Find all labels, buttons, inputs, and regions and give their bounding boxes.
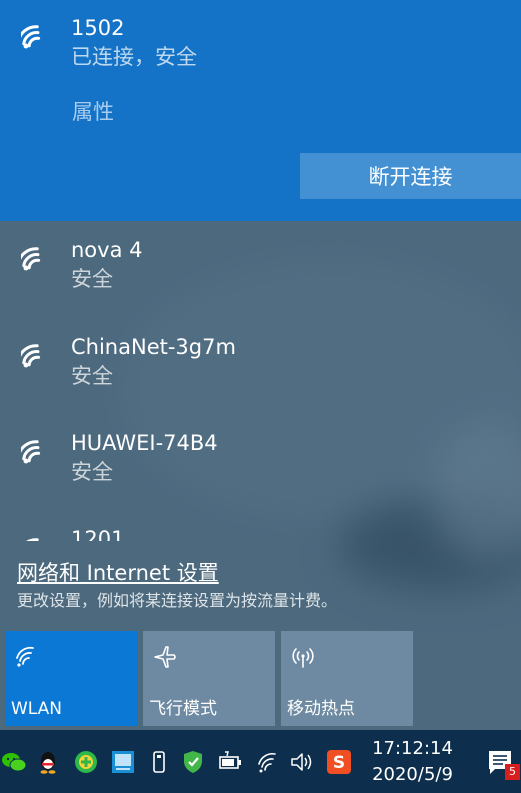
360-icon[interactable] — [73, 749, 99, 775]
wifi-signal-icon — [21, 344, 41, 368]
hotspot-icon — [292, 648, 314, 668]
network-icon[interactable] — [256, 749, 282, 775]
qq-icon[interactable] — [35, 749, 61, 775]
network-name: 1201 — [71, 527, 125, 541]
svg-text:S: S — [333, 753, 345, 773]
clock-date: 2020/5/9 — [372, 764, 453, 785]
connected-network-name: 1502 — [71, 16, 125, 40]
network-settings-link[interactable]: 网络和 Internet 设置 — [17, 560, 219, 586]
app-icon[interactable] — [110, 749, 136, 775]
network-status: 安全 — [71, 267, 113, 291]
network-item[interactable]: 1201 — [0, 512, 521, 541]
system-clock[interactable]: 17:12:14 2020/5/9 — [360, 736, 465, 788]
airplane-icon — [154, 646, 176, 668]
connected-network-panel[interactable]: 1502 已连接，安全 属性 断开连接 — [0, 0, 521, 221]
sogou-ime-icon[interactable]: S — [326, 749, 352, 775]
tile-label: 飞行模式 — [149, 699, 217, 719]
notification-badge: 5 — [505, 764, 520, 780]
network-status: 安全 — [71, 460, 113, 484]
network-name: HUAWEI-74B4 — [71, 431, 218, 455]
wifi-icon — [16, 646, 34, 667]
security-shield-icon[interactable] — [180, 749, 206, 775]
network-list[interactable]: nova 4 安全 ChinaNet-3g7m 安全 HUAWEI-74B4 安… — [0, 221, 521, 541]
wifi-signal-icon — [21, 25, 41, 49]
network-name: ChinaNet-3g7m — [71, 335, 236, 359]
network-item[interactable]: nova 4 安全 — [0, 221, 521, 317]
wifi-signal-icon — [21, 247, 41, 271]
network-status: 安全 — [71, 364, 113, 388]
settings-area: 网络和 Internet 设置 更改设置，例如将某连接设置为按流量计费。 WLA… — [0, 541, 521, 730]
network-name: nova 4 — [71, 238, 143, 262]
taskbar: S 17:12:14 2020/5/9 5 — [0, 730, 521, 793]
usb-icon[interactable] — [146, 749, 172, 775]
properties-link[interactable]: 属性 — [72, 99, 114, 125]
airplane-mode-tile[interactable]: 飞行模式 — [143, 631, 275, 726]
disconnect-button[interactable]: 断开连接 — [300, 153, 521, 199]
battery-icon[interactable] — [217, 749, 243, 775]
settings-hint: 更改设置，例如将某连接设置为按流量计费。 — [17, 591, 338, 610]
tile-label: 移动热点 — [287, 699, 355, 719]
volume-icon[interactable] — [289, 749, 315, 775]
connected-network-status: 已连接，安全 — [71, 45, 197, 69]
wechat-icon[interactable] — [1, 749, 27, 775]
mobile-hotspot-tile[interactable]: 移动热点 — [281, 631, 413, 726]
wifi-signal-icon — [21, 440, 41, 464]
wlan-toggle-tile[interactable]: WLAN — [5, 631, 137, 726]
network-item[interactable]: HUAWEI-74B4 安全 — [0, 414, 521, 510]
network-item[interactable]: ChinaNet-3g7m 安全 — [0, 318, 521, 414]
clock-time: 17:12:14 — [372, 738, 453, 759]
tile-label: WLAN — [11, 699, 63, 719]
